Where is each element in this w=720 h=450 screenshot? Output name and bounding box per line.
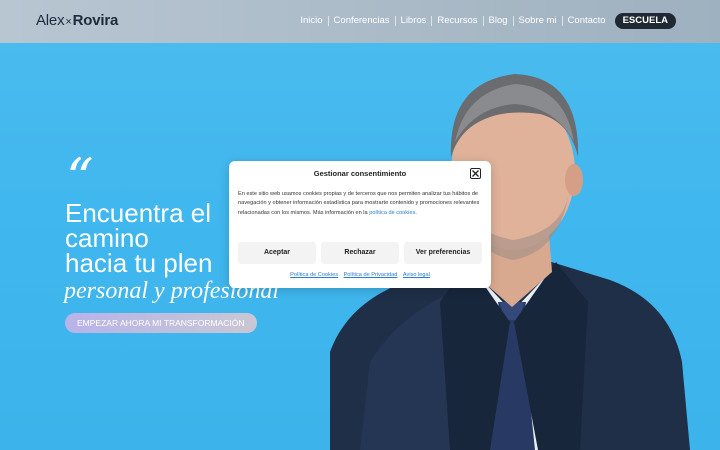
- reject-button[interactable]: Rechazar: [321, 242, 399, 264]
- logo-first: Alex: [36, 12, 65, 29]
- main-nav: Inicio Conferencias Libros Recursos Blog…: [295, 13, 676, 29]
- nav-blog[interactable]: Blog: [484, 13, 513, 29]
- headline-line-3: hacia tu plen: [65, 248, 213, 278]
- cookies-policy-link[interactable]: Política de Cookies: [290, 272, 338, 278]
- consent-body-end: .: [415, 209, 417, 216]
- nav-recursos[interactable]: Recursos: [432, 13, 482, 29]
- hero-headline: Encuentra el camino hacia tu plen: [65, 200, 213, 278]
- nav-libros[interactable]: Libros: [396, 13, 432, 29]
- nav-sobre-mi[interactable]: Sobre mi: [514, 13, 562, 29]
- legal-notice-link[interactable]: Aviso legal: [403, 272, 430, 278]
- logo-separator: ×: [65, 16, 72, 28]
- consent-text: En este sitio web usamos cookies propias…: [238, 190, 480, 218]
- nav-escuela-button[interactable]: ESCUELA: [614, 13, 676, 29]
- consent-body: En este sitio web usamos cookies propias…: [238, 191, 480, 216]
- consent-title: Gestionar consentimiento: [313, 169, 407, 178]
- nav-inicio[interactable]: Inicio: [295, 13, 327, 29]
- consent-actions: Aceptar Rechazar Ver preferencias: [238, 242, 482, 264]
- consent-links: Política de Cookies Política de Privacid…: [229, 272, 491, 278]
- cookie-policy-link[interactable]: política de cookies: [369, 210, 415, 216]
- consent-dialog: Gestionar consentimiento En este sitio w…: [229, 161, 491, 288]
- accept-button[interactable]: Aceptar: [238, 242, 316, 264]
- site-header: Alex × Rovira Inicio Conferencias Libros…: [0, 0, 720, 43]
- cta-button[interactable]: EMPEZAR AHORA MI TRANSFORMACIÓN: [65, 313, 257, 333]
- nav-conferencias[interactable]: Conferencias: [329, 13, 395, 29]
- nav-contacto[interactable]: Contacto: [563, 13, 611, 29]
- preferences-button[interactable]: Ver preferencias: [404, 242, 482, 264]
- logo-last: Rovira: [72, 12, 119, 29]
- logo[interactable]: Alex × Rovira: [36, 12, 118, 29]
- privacy-policy-link[interactable]: Política de Privacidad: [344, 272, 398, 278]
- close-icon[interactable]: [470, 168, 481, 179]
